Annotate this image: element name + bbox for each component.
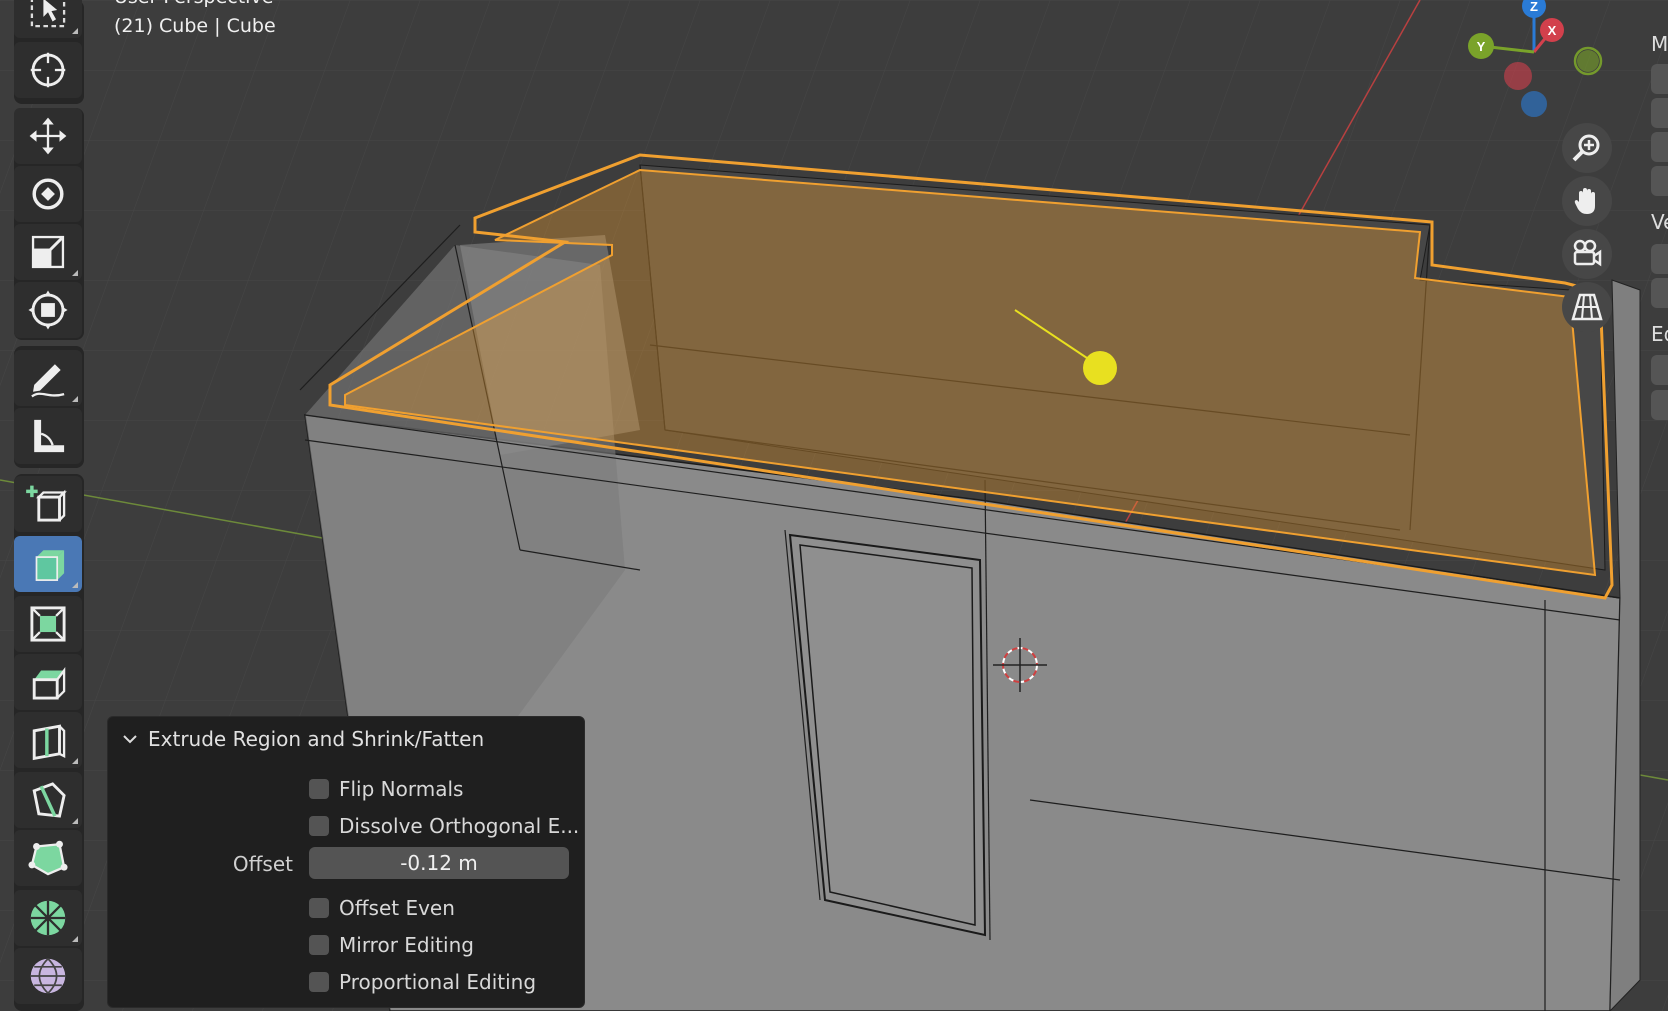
loop-cut-icon: [32, 724, 66, 761]
rotate-tool[interactable]: [14, 166, 82, 222]
zoom-icon: [1572, 134, 1600, 162]
move-tool[interactable]: [14, 108, 82, 164]
scale-icon: [31, 235, 65, 269]
extrude-region-tool[interactable]: [14, 536, 82, 592]
sidebar-field[interactable]: [1651, 132, 1668, 162]
dissolve-orthogonal-label: Dissolve Orthogonal E...: [339, 814, 580, 838]
camera-button[interactable]: [1562, 229, 1612, 279]
add-cube-icon: [26, 485, 67, 522]
sidebar-field[interactable]: [1651, 244, 1668, 274]
spin-icon: [30, 900, 66, 936]
gizmo-x-label: X: [1548, 23, 1557, 38]
mirror-editing-checkbox[interactable]: Mirror Editing: [309, 930, 474, 960]
poly-build-tool[interactable]: [14, 830, 82, 886]
proportional-editing-checkbox[interactable]: Proportional Editing: [309, 967, 536, 997]
smooth-sphere-icon: [30, 958, 66, 994]
smooth-tool[interactable]: [14, 948, 82, 1004]
sidebar-label-ve: Ve: [1651, 210, 1668, 234]
inset-icon: [30, 606, 66, 642]
bevel-tool[interactable]: [14, 654, 82, 710]
offset-field[interactable]: -0.12 m: [309, 847, 569, 879]
gizmo-y-label: Y: [1477, 39, 1486, 54]
scale-tool[interactable]: [14, 224, 82, 280]
transform-tool[interactable]: [14, 282, 82, 338]
crosshair-cursor-icon: [30, 52, 66, 88]
sidebar-field[interactable]: [1651, 390, 1668, 420]
inset-faces-tool[interactable]: [14, 596, 82, 652]
view-name: User Perspective: [114, 0, 273, 10]
checkbox[interactable]: [309, 898, 329, 918]
flip-normals-checkbox[interactable]: Flip Normals: [309, 774, 463, 804]
perspective-button[interactable]: [1562, 282, 1612, 332]
offset-even-label: Offset Even: [339, 896, 455, 920]
select-box-tool[interactable]: [14, 0, 82, 38]
transform-icon: [28, 290, 68, 330]
sidebar-field[interactable]: [1651, 64, 1668, 94]
pan-button[interactable]: [1562, 176, 1612, 226]
light-object[interactable]: [1083, 351, 1117, 385]
knife-icon: [32, 782, 66, 818]
annotate-tool[interactable]: [14, 350, 82, 406]
cursor-tool[interactable]: [14, 42, 82, 98]
measure-tool[interactable]: [14, 408, 82, 464]
sidebar-field[interactable]: [1651, 166, 1668, 196]
camera-icon: [1573, 239, 1602, 267]
cursor-arrow-icon: [30, 0, 66, 28]
pencil-icon: [31, 364, 65, 398]
gizmo-z-label: Z: [1530, 0, 1538, 14]
zoom-button[interactable]: [1562, 123, 1612, 173]
bevel-icon: [32, 667, 66, 700]
operator-panel-header[interactable]: Extrude Region and Shrink/Fatten: [122, 727, 484, 751]
ruler-icon: [34, 419, 65, 453]
object-info: (21) Cube | Cube: [114, 15, 276, 37]
sidebar-label-m: M: [1651, 32, 1668, 56]
grid-perspective-icon: [1571, 293, 1603, 321]
sidebar-field[interactable]: [1651, 98, 1668, 128]
loop-cut-tool[interactable]: [14, 712, 82, 768]
gizmo-neg-x[interactable]: [1504, 62, 1532, 90]
move-arrows-icon: [29, 117, 67, 155]
operator-title: Extrude Region and Shrink/Fatten: [148, 727, 485, 751]
checkbox[interactable]: [309, 816, 329, 836]
gizmo-neg-z[interactable]: [1521, 91, 1547, 117]
offset-label: Offset: [232, 852, 293, 876]
sidebar-field[interactable]: [1651, 355, 1668, 385]
dissolve-orthogonal-checkbox[interactable]: Dissolve Orthogonal E...: [309, 811, 579, 841]
spin-tool[interactable]: [14, 890, 82, 946]
knife-tool[interactable]: [14, 772, 82, 828]
checkbox[interactable]: [309, 972, 329, 992]
mirror-editing-label: Mirror Editing: [339, 933, 474, 957]
chevron-down-icon: [123, 735, 137, 744]
proportional-editing-label: Proportional Editing: [339, 970, 537, 994]
flip-normals-label: Flip Normals: [339, 777, 464, 801]
operator-panel: Extrude Region and Shrink/Fatten Flip No…: [107, 716, 585, 1008]
extrude-icon: [35, 550, 65, 581]
add-cube-tool[interactable]: [14, 476, 82, 532]
sidebar-label-ed: Ed: [1651, 322, 1668, 346]
hand-icon: [1574, 188, 1595, 214]
offset-even-checkbox[interactable]: Offset Even: [309, 893, 455, 923]
rotate-icon: [32, 178, 64, 210]
3d-viewport[interactable]: Z X Y User Perspective (21) Cube | Cube: [0, 0, 1668, 1011]
poly-build-icon: [28, 840, 68, 876]
sidebar-field[interactable]: [1651, 278, 1668, 308]
checkbox[interactable]: [309, 779, 329, 799]
checkbox[interactable]: [309, 935, 329, 955]
